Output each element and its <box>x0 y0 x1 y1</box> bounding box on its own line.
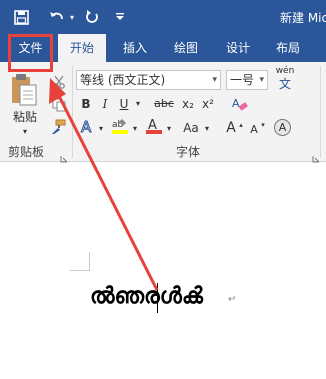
annotation-arrow <box>49 78 159 291</box>
